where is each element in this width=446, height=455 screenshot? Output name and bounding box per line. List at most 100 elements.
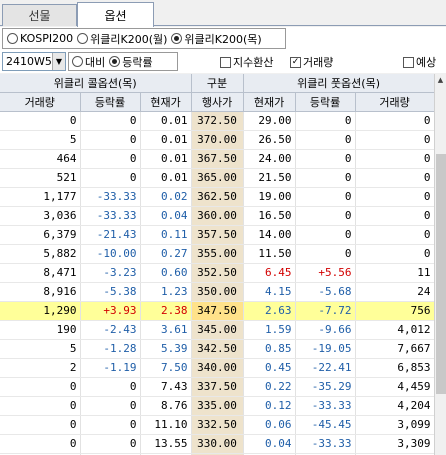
- strike-cell: 332.50: [191, 415, 244, 435]
- put-change-cell: +5.56: [295, 263, 356, 283]
- radio-label: 등락률: [122, 55, 153, 69]
- radio-weekly-thu[interactable]: 위클리K200(목): [171, 31, 262, 47]
- call-volume-cell: 8,471: [0, 263, 81, 283]
- strike-cell: 355.00: [191, 244, 244, 264]
- expected-checkbox[interactable]: 예상: [403, 54, 436, 70]
- put-volume-cell: 3,309: [355, 434, 434, 454]
- index-convert-checkbox[interactable]: 지수환산: [220, 54, 273, 70]
- put-volume-cell: 11: [355, 263, 434, 283]
- strike-cell: 335.00: [191, 396, 244, 416]
- put-change-cell: 0: [295, 225, 356, 245]
- mid-group-header: 구분: [191, 74, 244, 93]
- put-price-cell: 1.59: [243, 320, 296, 340]
- table-row[interactable]: 6,379 -21.43 0.11 357.50 14.00 0 0: [0, 225, 434, 245]
- radio-icon: [72, 56, 83, 67]
- col-call-price[interactable]: 현재가: [140, 92, 192, 112]
- table-row[interactable]: 0 0 8.76 335.00 0.12 -33.33 4,204: [0, 396, 434, 416]
- checkbox-label: 예상: [416, 56, 437, 69]
- table-row[interactable]: 8,916 -5.38 1.23 350.00 4.15 -5.68 24: [0, 282, 434, 302]
- table-row[interactable]: 0 0 7.43 337.50 0.22 -35.29 4,459: [0, 377, 434, 397]
- table-row[interactable]: 190 -2.43 3.61 345.00 1.59 -9.66 4,012: [0, 320, 434, 340]
- table-row[interactable]: 1,290 +3.93 2.38 347.50 2.63 -7.72 756: [0, 301, 434, 321]
- table-row[interactable]: 0 0 13.55 330.00 0.04 -33.33 3,309: [0, 434, 434, 454]
- radio-icon: [7, 33, 18, 44]
- scrollbar-thumb[interactable]: [436, 154, 446, 394]
- checkbox-icon: [403, 56, 414, 68]
- call-price-cell: 0.60: [140, 263, 192, 283]
- call-price-cell: 0.01: [140, 111, 192, 131]
- put-change-cell: -33.33: [295, 396, 356, 416]
- col-strike[interactable]: 행사가: [191, 92, 244, 112]
- call-change-cell: -10.00: [80, 244, 141, 264]
- call-group-header: 위클리 콜옵션(목): [0, 74, 192, 93]
- table-row[interactable]: 0 0 11.10 332.50 0.06 -45.45 3,099: [0, 415, 434, 435]
- table-row[interactable]: 464 0 0.01 367.50 24.00 0 0: [0, 149, 434, 169]
- call-change-cell: -21.43: [80, 225, 141, 245]
- table-row[interactable]: 521 0 0.01 365.00 21.50 0 0: [0, 168, 434, 188]
- call-change-cell: -3.23: [80, 263, 141, 283]
- call-change-cell: -33.33: [80, 206, 141, 226]
- radio-rate[interactable]: 등락률: [109, 54, 153, 70]
- put-price-cell: 4.15: [243, 282, 296, 302]
- put-change-cell: 0: [295, 149, 356, 169]
- call-change-cell: 0: [80, 434, 141, 454]
- strike-cell: 372.50: [191, 111, 244, 131]
- put-volume-cell: 0: [355, 206, 434, 226]
- call-price-cell: 7.43: [140, 377, 192, 397]
- table-row[interactable]: 5 -1.28 5.39 342.50 0.85 -19.05 7,667: [0, 339, 434, 359]
- tab-options[interactable]: 옵션: [77, 2, 154, 27]
- put-volume-cell: 6,853: [355, 358, 434, 378]
- put-volume-cell: 0: [355, 187, 434, 207]
- table-row[interactable]: 0 0 0.01 372.50 29.00 0 0: [0, 111, 434, 131]
- col-call-volume[interactable]: 거래량: [0, 92, 81, 112]
- radio-label: 대비: [85, 55, 106, 69]
- put-change-cell: 0: [295, 244, 356, 264]
- put-price-cell: 29.00: [243, 111, 296, 131]
- strike-cell: 337.50: [191, 377, 244, 397]
- call-change-cell: 0: [80, 111, 141, 131]
- put-price-cell: 0.45: [243, 358, 296, 378]
- put-change-cell: -45.45: [295, 415, 356, 435]
- put-volume-cell: 7,667: [355, 339, 434, 359]
- scroll-up-icon[interactable]: ▲: [435, 74, 446, 86]
- radio-selected-icon: [109, 56, 121, 67]
- call-change-cell: +3.93: [80, 301, 141, 321]
- table-row[interactable]: 3,036 -33.33 0.04 360.00 16.50 0 0: [0, 206, 434, 226]
- put-price-cell: 26.50: [243, 130, 296, 150]
- col-put-volume[interactable]: 거래량: [355, 92, 434, 112]
- put-price-cell: 16.50: [243, 206, 296, 226]
- volume-checkbox[interactable]: ✓ 거래량: [290, 54, 333, 70]
- tab-futures[interactable]: 선물: [2, 4, 77, 26]
- radio-weekly-mon[interactable]: 위클리K200(월): [77, 31, 167, 47]
- col-call-change[interactable]: 등락률: [80, 92, 141, 112]
- underlying-selector-row: KOSPI200 위클리K200(월) 위클리K200(목): [0, 27, 446, 50]
- table-row[interactable]: 1,177 -33.33 0.02 362.50 19.00 0 0: [0, 187, 434, 207]
- expiry-select[interactable]: 2410W5 ▼: [2, 52, 66, 71]
- put-volume-cell: 756: [355, 301, 434, 321]
- radio-kospi200[interactable]: KOSPI200: [7, 32, 73, 45]
- checkbox-label: 지수환산: [233, 56, 274, 69]
- col-put-price[interactable]: 현재가: [243, 92, 296, 112]
- put-price-cell: 0.22: [243, 377, 296, 397]
- table-row[interactable]: 8,471 -3.23 0.60 352.50 6.45 +5.56 11: [0, 263, 434, 283]
- put-volume-cell: 0: [355, 111, 434, 131]
- tab-bar: 선물 옵션: [0, 0, 446, 27]
- toolbar: 2410W5 ▼ 대비 등락률 지수환산 ✓ 거래량 예상: [0, 50, 446, 73]
- table-row[interactable]: 5,882 -10.00 0.27 355.00 11.50 0 0: [0, 244, 434, 264]
- put-price-cell: 2.63: [243, 301, 296, 321]
- call-volume-cell: 1,290: [0, 301, 81, 321]
- strike-cell: 340.00: [191, 358, 244, 378]
- call-change-cell: 0: [80, 415, 141, 435]
- call-price-cell: 8.76: [140, 396, 192, 416]
- call-change-cell: 0: [80, 377, 141, 397]
- col-put-change[interactable]: 등락률: [295, 92, 356, 112]
- table-row[interactable]: 5 0 0.01 370.00 26.50 0 0: [0, 130, 434, 150]
- chevron-down-icon[interactable]: ▼: [52, 53, 65, 70]
- put-change-cell: 0: [295, 130, 356, 150]
- radio-diff[interactable]: 대비: [72, 54, 105, 70]
- put-volume-cell: 0: [355, 225, 434, 245]
- call-price-cell: 0.02: [140, 187, 192, 207]
- vertical-scrollbar[interactable]: ▲: [434, 74, 446, 455]
- table-row[interactable]: 2 -1.19 7.50 340.00 0.45 -22.41 6,853: [0, 358, 434, 378]
- call-volume-cell: 2: [0, 358, 81, 378]
